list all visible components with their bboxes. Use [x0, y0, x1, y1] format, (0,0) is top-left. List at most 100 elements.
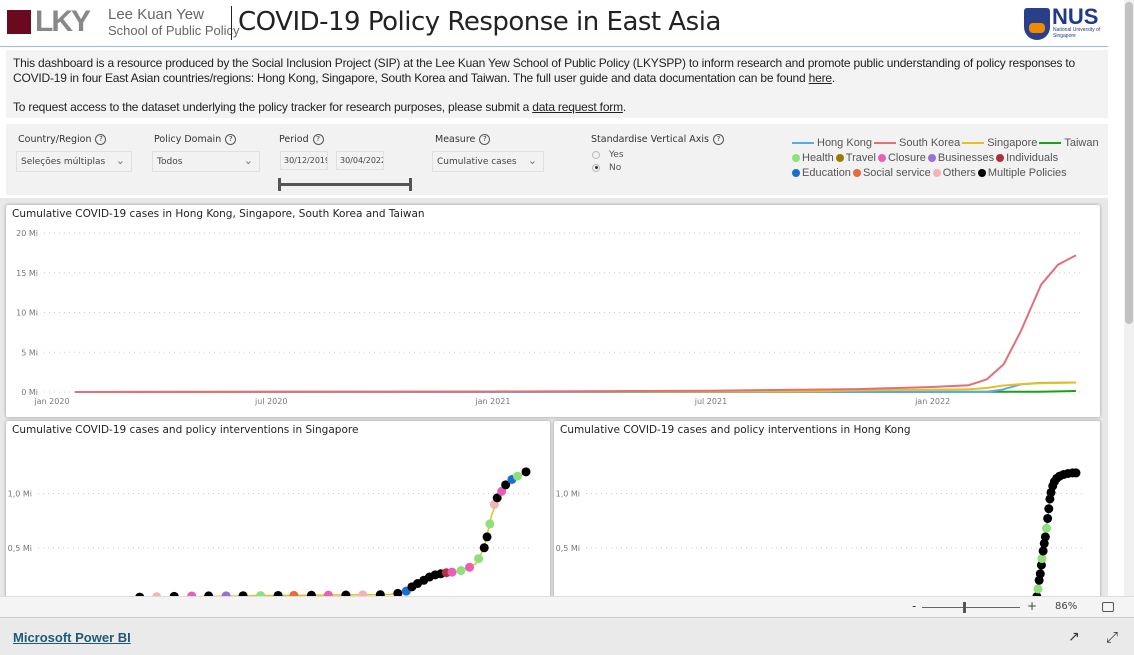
intro-punct: . [622, 100, 627, 114]
y-tick-label: 0,5 Mi [556, 544, 580, 553]
period-end-input[interactable]: 30/04/2022 [336, 151, 384, 170]
policy-marker[interactable] [1043, 513, 1053, 523]
y-tick-label: 1,0 Mi [556, 490, 580, 499]
period-filter-label: Period? [279, 134, 324, 145]
chevron-down-icon: ⌄ [527, 154, 537, 167]
legend-item-label[interactable]: Hong Kong [817, 137, 872, 149]
vertical-scrollbar[interactable] [1124, 0, 1134, 596]
filter-bar: Country/Region? Seleções múltiplas ⌄ Poli… [6, 124, 1108, 195]
standardise-axis-label: Standardise Vertical Axis? [591, 134, 724, 145]
policy-marker[interactable] [1037, 554, 1047, 564]
intro-text-box: This dashboard is a resource produced by… [6, 50, 1108, 118]
help-icon[interactable]: ? [225, 134, 237, 145]
lky-logo-mark: LKY [35, 5, 91, 38]
period-start-input[interactable]: 30/12/2019 [280, 151, 328, 170]
policy-marker[interactable] [456, 566, 466, 576]
legend-item-label[interactable]: Closure [888, 152, 926, 164]
legend-item-label[interactable]: Travel [846, 152, 876, 164]
legend-item-label[interactable]: Health [802, 152, 834, 164]
zoom-level: 86% [1055, 601, 1078, 612]
policy-marker[interactable] [1035, 569, 1045, 579]
legend-line-swatch [874, 142, 897, 145]
footer: Microsoft Power BI ↗ ⤢ [0, 619, 1134, 655]
country-dropdown[interactable]: Seleções múltiplas ⌄ [16, 151, 132, 172]
legend-line-swatch [962, 142, 985, 145]
power-bi-link[interactable]: Microsoft Power BI [13, 630, 131, 645]
legend-line-swatch [792, 142, 814, 145]
legend-dot-swatch [792, 169, 800, 178]
lky-logo-line1: Lee Kuan Yew [108, 6, 204, 23]
radio-circle[interactable] [592, 150, 600, 159]
policy-marker[interactable] [393, 588, 403, 596]
legend-line-swatch [1039, 142, 1062, 145]
legend-item-label[interactable]: Social service [863, 167, 931, 179]
singapore-interventions-chart: Cumulative COVID-19 cases and policy int… [6, 421, 550, 596]
radio-circle-selected[interactable] [592, 163, 600, 172]
policy-marker[interactable] [1044, 504, 1054, 514]
policy-marker[interactable] [485, 519, 495, 529]
y-tick-label: 20 Mi [16, 229, 38, 238]
data-request-form-link[interactable]: data request form [532, 100, 623, 114]
zoom-in-button[interactable]: + [1027, 599, 1037, 613]
radio-yes[interactable]: Yes [592, 150, 624, 160]
policy-marker[interactable] [479, 543, 489, 553]
legend-item-label[interactable]: South Korea [899, 137, 960, 149]
x-tick-label: jul 2021 [694, 397, 727, 406]
measure-filter-label: Measure? [435, 134, 491, 145]
intro-paragraph-2: To request access to the dataset underly… [13, 100, 533, 114]
slider-end-handle[interactable] [409, 178, 412, 191]
slider-start-handle[interactable] [278, 178, 281, 191]
domain-filter-label: Policy Domain? [154, 134, 237, 145]
policy-marker[interactable] [1071, 468, 1081, 478]
measure-dropdown[interactable]: Cumulative cases ⌄ [432, 151, 544, 172]
legend-item-label[interactable]: Taiwan [1064, 137, 1098, 149]
legend-dot-swatch [852, 169, 861, 178]
help-icon[interactable]: ? [479, 134, 491, 145]
legend-item-label[interactable]: Others [943, 167, 976, 179]
report-canvas: LKY Lee Kuan Yew School of Public Policy… [0, 0, 1124, 596]
y-tick-label: 0,5 Mi [8, 544, 32, 553]
x-tick-label: jan 2021 [474, 397, 510, 406]
legend-dot-swatch [877, 154, 886, 163]
x-tick-label: jul 2020 [254, 397, 287, 406]
policy-marker[interactable] [1038, 546, 1048, 556]
expand-icon[interactable]: ⤢ [1106, 628, 1118, 646]
policy-marker[interactable] [447, 567, 457, 577]
period-range-slider[interactable] [278, 178, 412, 191]
zoom-slider-thumb[interactable] [963, 602, 966, 613]
nus-logo: NUS National University of Singapore [1024, 4, 1104, 42]
chevron-down-icon: ⌄ [115, 154, 125, 167]
legend-item-label[interactable]: Businesses [938, 152, 994, 164]
legend-item-label[interactable]: Multiple Policies [988, 167, 1067, 179]
legend-dot-swatch [835, 154, 844, 163]
policy-marker[interactable] [474, 554, 484, 564]
policy-marker[interactable] [513, 471, 523, 481]
legend-item-label[interactable]: Singapore [987, 137, 1037, 149]
country-filter-label: Country/Region? [18, 134, 107, 145]
policy-marker[interactable] [1040, 532, 1050, 542]
help-icon[interactable]: ? [312, 134, 324, 145]
help-icon[interactable]: ? [712, 134, 724, 145]
series-line-south-korea [74, 254, 1077, 393]
policy-marker[interactable] [1042, 523, 1052, 533]
domain-dropdown[interactable]: Todos ⌄ [152, 151, 260, 172]
legend-item-label[interactable]: Individuals [1006, 152, 1058, 164]
share-icon[interactable]: ↗ [1068, 629, 1080, 645]
scrollbar-thumb[interactable] [1125, 2, 1133, 324]
zoom-out-button[interactable]: - [912, 599, 916, 613]
zoom-bar: - + 86% [0, 596, 1134, 618]
user-guide-link[interactable]: here [809, 71, 832, 85]
zoom-slider[interactable] [922, 607, 1020, 608]
report-header: LKY Lee Kuan Yew School of Public Policy… [0, 0, 1108, 47]
policy-marker[interactable] [521, 467, 531, 477]
nus-shield-icon [1024, 8, 1050, 40]
radio-no[interactable]: No [592, 163, 621, 173]
policy-marker[interactable] [465, 562, 475, 572]
help-icon[interactable]: ? [95, 134, 107, 145]
cumulative-cases-chart: Cumulative COVID-19 cases in Hong Kong, … [6, 205, 1100, 417]
fit-to-page-icon[interactable] [1102, 602, 1114, 612]
y-tick-label: 5 Mi [21, 348, 38, 357]
policy-marker[interactable] [1033, 584, 1043, 594]
policy-marker[interactable] [482, 532, 492, 542]
legend-item-label[interactable]: Education [802, 167, 851, 179]
